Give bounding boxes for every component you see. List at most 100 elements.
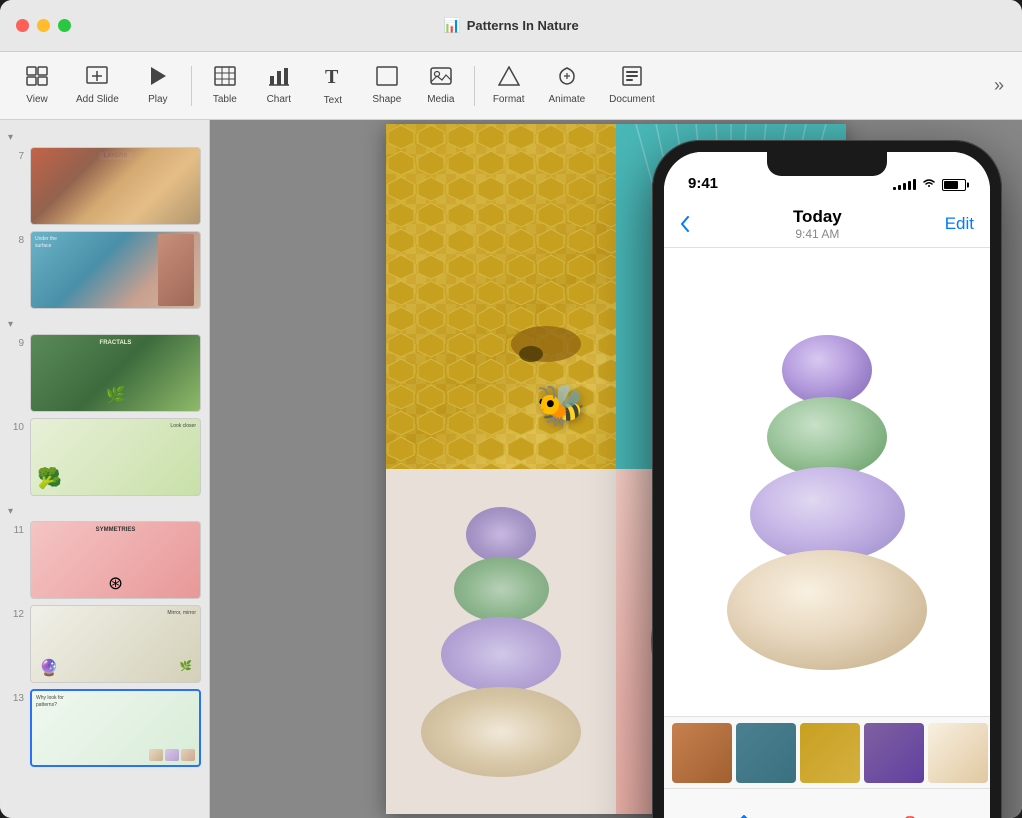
toolbar-animate[interactable]: Animate xyxy=(538,60,595,111)
ios-photo-content xyxy=(664,248,990,716)
ios-thumb-5[interactable] xyxy=(928,723,988,783)
group-arrow-9[interactable]: ▾ xyxy=(8,319,18,330)
close-button[interactable] xyxy=(16,19,29,32)
add-slide-label: Add Slide xyxy=(76,94,119,105)
app-icon: 📊 xyxy=(443,17,460,34)
signal-bar-3 xyxy=(903,183,906,190)
ios-thumb-4[interactable] xyxy=(864,723,924,783)
toolbar-add-slide[interactable]: Add Slide xyxy=(66,60,129,111)
shape-label: Shape xyxy=(372,94,401,105)
ios-photo-main xyxy=(664,248,990,716)
group-arrow-11[interactable]: ▾ xyxy=(8,506,18,517)
ios-urchin-stack xyxy=(727,335,927,670)
main-area: ▾ 7 LAYERS 8 Under thesurface xyxy=(0,120,1022,818)
toolbar-document[interactable]: Document xyxy=(599,60,665,111)
app-window: 📊 Patterns In Nature View Add Slide Play xyxy=(0,0,1022,818)
slide-item-8[interactable]: 8 Under thesurface xyxy=(8,231,201,309)
urchin-stack xyxy=(421,507,581,777)
signal-bar-4 xyxy=(908,181,911,190)
toolbar-text[interactable]: T Text xyxy=(308,59,358,112)
slide-group-11-wrapper: ▾ 11 SYMMETRIES ⊛ xyxy=(8,502,201,599)
slides-panel: ▾ 7 LAYERS 8 Under thesurface xyxy=(0,120,210,818)
ios-time: 9:41 xyxy=(688,175,718,192)
toolbar-shape[interactable]: Shape xyxy=(362,60,412,111)
ios-thumb-3[interactable] xyxy=(800,723,860,783)
wifi-icon xyxy=(922,177,936,192)
toolbar-separator-2 xyxy=(474,66,475,106)
ios-urchin-1 xyxy=(782,335,872,405)
iphone-notch xyxy=(767,152,887,176)
maximize-button[interactable] xyxy=(58,19,71,32)
title-text: Patterns In Nature xyxy=(467,18,579,33)
iphone-body: 9:41 xyxy=(652,140,1002,818)
slide-number-12: 12 xyxy=(8,609,24,620)
toolbar-format[interactable]: Format xyxy=(483,60,535,111)
format-label: Format xyxy=(493,94,525,105)
text-label: Text xyxy=(324,95,342,106)
ios-urchin-4 xyxy=(727,550,927,670)
canvas-quadrant-bee xyxy=(386,124,616,469)
window-title: 📊 Patterns In Nature xyxy=(16,17,1006,34)
toolbar-more[interactable]: » xyxy=(988,69,1010,102)
urchin-1 xyxy=(466,507,536,562)
slide-thumb-10[interactable]: Look closer 🥦 xyxy=(30,418,201,496)
svg-text:T: T xyxy=(325,66,339,87)
ios-thumb-1[interactable] xyxy=(672,723,732,783)
animate-icon xyxy=(556,66,578,90)
ios-edit-button[interactable]: Edit xyxy=(945,214,974,234)
toolbar-play[interactable]: Play xyxy=(133,60,183,111)
title-bar: 📊 Patterns In Nature xyxy=(0,0,1022,52)
toolbar-media[interactable]: Media xyxy=(416,60,466,111)
slide-thumb-11[interactable]: SYMMETRIES ⊛ xyxy=(30,521,201,599)
slide-item-13[interactable]: 13 Why look forpatterns? xyxy=(8,689,201,767)
slide-item-12[interactable]: 12 Mirror, mirror 🔮 🌿 xyxy=(8,605,201,683)
slide-number-8: 8 xyxy=(8,235,24,246)
add-slide-icon xyxy=(86,66,108,90)
table-label: Table xyxy=(213,94,237,105)
text-icon: T xyxy=(324,65,342,91)
slide-item-10[interactable]: 10 Look closer 🥦 xyxy=(8,418,201,496)
slide-thumb-7[interactable]: LAYERS xyxy=(30,147,201,225)
signal-icon xyxy=(893,179,916,190)
view-icon xyxy=(26,66,48,90)
signal-bar-2 xyxy=(898,185,901,190)
slide-thumb-9[interactable]: FRACTALS 🌿 xyxy=(30,334,201,412)
urchin-4 xyxy=(421,687,581,777)
animate-label: Animate xyxy=(548,94,585,105)
toolbar-table[interactable]: Table xyxy=(200,60,250,111)
iphone-screen: 9:41 xyxy=(664,152,990,818)
ios-thumb-2[interactable] xyxy=(736,723,796,783)
toolbar-view[interactable]: View xyxy=(12,60,62,111)
table-icon xyxy=(214,66,236,90)
ios-thumb-img-1 xyxy=(672,723,732,783)
urchin-2 xyxy=(454,557,549,622)
ios-back-button[interactable] xyxy=(680,216,690,232)
slide-group-7-wrapper: ▾ 7 LAYERS xyxy=(8,128,201,225)
group-arrow-7[interactable]: ▾ xyxy=(8,132,18,143)
traffic-lights xyxy=(16,19,71,32)
minimize-button[interactable] xyxy=(37,19,50,32)
media-icon xyxy=(430,66,452,90)
document-icon xyxy=(621,66,643,90)
ios-share-button[interactable] xyxy=(733,815,755,818)
ios-nav-bar: Today 9:41 AM Edit xyxy=(664,200,990,248)
ios-nav-title-text: Today xyxy=(690,207,945,227)
slide-thumb-12[interactable]: Mirror, mirror 🔮 🌿 xyxy=(30,605,201,683)
slide-group-9-wrapper: ▾ 9 FRACTALS 🌿 xyxy=(8,315,201,412)
ios-thumb-img-2 xyxy=(736,723,796,783)
chart-label: Chart xyxy=(267,94,291,105)
slide-number-9: 9 xyxy=(8,338,24,349)
document-label: Document xyxy=(609,94,655,105)
toolbar: View Add Slide Play Table Chart xyxy=(0,52,1022,120)
ios-toolbar xyxy=(664,788,990,818)
ios-urchin-2 xyxy=(767,397,887,477)
slide-thumb-8[interactable]: Under thesurface xyxy=(30,231,201,309)
slide-item-7[interactable]: 7 LAYERS xyxy=(8,147,201,225)
toolbar-chart[interactable]: Chart xyxy=(254,60,304,111)
slide-item-11[interactable]: 11 SYMMETRIES ⊛ xyxy=(8,521,201,599)
battery-icon xyxy=(942,179,966,191)
toolbar-separator-1 xyxy=(191,66,192,106)
slide-thumb-13[interactable]: Why look forpatterns? xyxy=(30,689,201,767)
slide-item-9[interactable]: 9 FRACTALS 🌿 xyxy=(8,334,201,412)
ios-nav-title-subtitle: 9:41 AM xyxy=(690,227,945,241)
